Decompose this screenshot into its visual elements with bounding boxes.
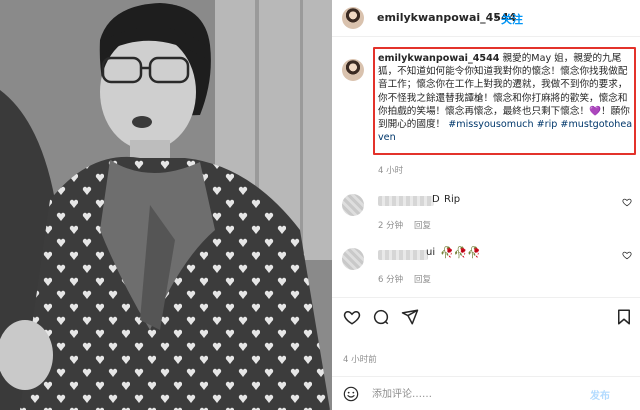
comment-text: Rip <box>444 194 461 205</box>
reply-button[interactable]: 回复 <box>414 219 431 231</box>
rose-emojis: 🥀🥀🥀 <box>440 246 482 259</box>
post-comment-button[interactable]: 发布 <box>590 387 610 402</box>
comment-avatar[interactable] <box>342 194 364 216</box>
comment-like-icon[interactable] <box>622 197 632 207</box>
blurred-username <box>378 250 428 260</box>
comment-name-suffix: ui <box>426 247 436 258</box>
blurred-username <box>378 196 434 206</box>
like-icon[interactable] <box>343 308 361 326</box>
comment-icon[interactable] <box>372 308 390 326</box>
comment-timestamp: 6 分钟 <box>378 275 404 285</box>
caption-username[interactable]: emilykwanpowai_4544 <box>378 53 499 64</box>
comment-input[interactable] <box>372 386 552 402</box>
woman-photo-illustration <box>0 0 332 410</box>
comment-name-suffix: D <box>432 194 440 205</box>
divider <box>332 297 640 298</box>
separator-dot: • <box>493 11 500 24</box>
add-comment-bar: 发布 <box>332 377 640 410</box>
avatar[interactable] <box>342 7 364 29</box>
post-photo <box>0 0 332 410</box>
hashtag-missyousomuch[interactable]: #missyousomuch <box>448 119 533 130</box>
caption-avatar[interactable] <box>342 59 364 81</box>
hashtag-rip[interactable]: #rip <box>537 119 558 130</box>
comment-avatar[interactable] <box>342 248 364 270</box>
purple-heart-emoji: 💜 <box>589 105 602 117</box>
caption-timestamp: 4 小时 <box>378 166 404 176</box>
caption-text: emilykwanpowai_4544 親愛的May 姐，親愛的九尾狐，不知道如… <box>378 52 633 144</box>
follow-button[interactable]: 关注 <box>501 11 523 27</box>
reply-button[interactable]: 回复 <box>414 273 431 285</box>
share-icon[interactable] <box>401 308 419 326</box>
post-timestamp: 4 小时前 <box>343 355 377 365</box>
comment-timestamp: 2 分钟 <box>378 221 404 231</box>
bookmark-icon[interactable] <box>615 308 633 326</box>
comment-like-icon[interactable] <box>622 250 632 260</box>
post-header: emilykwanpowai_4544 • 关注 <box>332 0 640 37</box>
smiley-icon[interactable] <box>343 386 359 402</box>
post-side-panel: emilykwanpowai_4544 • 关注 emilykwanpowai_… <box>332 0 640 410</box>
